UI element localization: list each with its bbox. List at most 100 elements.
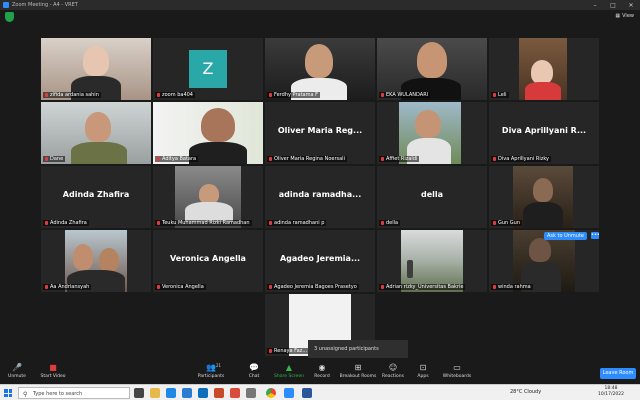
participant-display-name: adinda ramadha... xyxy=(278,190,362,199)
reactions-button[interactable]: ☺ Reactions xyxy=(380,363,406,383)
more-options-icon[interactable]: ••• xyxy=(591,232,599,239)
app-icon[interactable] xyxy=(230,388,240,398)
mail-icon[interactable] xyxy=(166,388,176,398)
unassigned-participants-notice[interactable]: 3 unassigned participants xyxy=(308,340,408,358)
edge-icon[interactable] xyxy=(198,388,208,398)
title-bar: Zoom Meeting - A4 - VRET – □ ✕ xyxy=(0,0,640,10)
unmute-label: Unmute xyxy=(8,374,26,379)
participants-label: Participants xyxy=(197,374,225,379)
participant-name: Aditya Batara xyxy=(155,156,199,162)
muted-mic-icon xyxy=(493,221,496,225)
app-icon[interactable] xyxy=(246,388,256,398)
participant-tile[interactable]: Aa Andriansyah xyxy=(41,230,151,292)
whiteboards-button[interactable]: ▭ Whiteboards xyxy=(440,363,474,383)
participant-display-name: Diva Aprillyani R... xyxy=(501,126,587,135)
windows-start-icon[interactable] xyxy=(4,389,12,397)
muted-mic-icon xyxy=(493,285,496,289)
muted-mic-icon xyxy=(269,285,272,289)
word-icon[interactable] xyxy=(302,388,312,398)
participant-tile[interactable]: Dane xyxy=(41,102,151,164)
record-button[interactable]: ◉ Record xyxy=(312,363,332,383)
mic-muted-icon: 🎤 xyxy=(12,363,22,372)
participant-name: zoom ba404 xyxy=(155,92,195,98)
participant-tile[interactable]: Veronica Angella Veronica Angella xyxy=(153,230,263,292)
whiteboard-icon: ▭ xyxy=(453,363,461,372)
ask-to-unmute-button[interactable]: Ask to Unmute xyxy=(543,232,587,240)
weather-widget[interactable]: 28°C Cloudy xyxy=(510,389,541,395)
reactions-icon: ☺ xyxy=(388,363,398,372)
view-button[interactable]: ▦ View xyxy=(615,13,634,19)
participant-name: della xyxy=(379,220,401,226)
participant-tile-active-speaker[interactable]: Aditya Batara xyxy=(153,102,263,164)
view-label: View xyxy=(622,13,634,19)
system-clock[interactable]: 18:48 10/17/2022 xyxy=(598,386,624,398)
participant-tile[interactable]: Agadeo Jeremia... Agadeo Jeremia Bagoes … xyxy=(265,230,375,292)
participants-icon: 👥 xyxy=(206,363,216,372)
unmute-button[interactable]: 🎤 Unmute xyxy=(6,363,28,383)
breakout-rooms-icon: ⊞ xyxy=(354,363,362,372)
participant-name: Teuku Muhammad Rizki Ramadhan xyxy=(155,220,252,226)
muted-mic-icon xyxy=(157,93,160,97)
muted-mic-icon xyxy=(269,93,272,97)
participant-tile[interactable]: Diva Aprillyani R... Diva Aprillyani Riz… xyxy=(489,102,599,164)
muted-mic-icon xyxy=(45,157,48,161)
participant-name: Ferdhy Pratama F xyxy=(267,92,321,98)
minimize-button[interactable]: – xyxy=(586,2,604,9)
muted-mic-icon xyxy=(269,221,272,225)
participant-name: Oliver Maria Regina Noersali xyxy=(267,156,347,162)
zoom-window: Zoom Meeting - A4 - VRET – □ ✕ ▦ View zi… xyxy=(0,0,640,400)
meeting-toolbar: 🎤 Unmute ■ Start Video 👥 21 Participants… xyxy=(0,362,640,384)
muted-mic-icon xyxy=(45,285,48,289)
taskbar-search-input[interactable]: ⚲ Type here to search xyxy=(18,387,130,399)
close-button[interactable]: ✕ xyxy=(622,2,640,9)
apps-button[interactable]: ⊡ Apps xyxy=(414,363,432,383)
security-shield-icon[interactable] xyxy=(5,12,14,22)
clock-date: 10/17/2022 xyxy=(598,392,624,397)
zoom-taskbar-icon[interactable] xyxy=(284,388,294,398)
file-explorer-icon[interactable] xyxy=(150,388,160,398)
zoom-app-icon xyxy=(3,2,9,8)
participant-tile[interactable]: Affiet Rizaldi xyxy=(377,102,487,164)
participant-name: Adrian rizky_Universitas Bakrie xyxy=(379,284,466,290)
app-icon[interactable] xyxy=(214,388,224,398)
task-view-icon[interactable] xyxy=(134,388,144,398)
participants-button[interactable]: 👥 21 Participants xyxy=(196,363,226,383)
participant-tile[interactable]: della della xyxy=(377,166,487,228)
participant-tile[interactable]: Gun Gun xyxy=(489,166,599,228)
participant-tile[interactable]: adinda ramadha... adinda ramadhani p xyxy=(265,166,375,228)
share-screen-icon: ▲ xyxy=(285,363,293,372)
participant-tile[interactable]: zifida ardania sahin xyxy=(41,38,151,100)
record-icon: ◉ xyxy=(318,363,326,372)
participant-tile[interactable]: Ask to Unmute ••• winda rahma xyxy=(489,230,599,292)
participant-tile[interactable]: Ferdhy Pratama F xyxy=(265,38,375,100)
participant-tile[interactable]: Teuku Muhammad Rizki Ramadhan xyxy=(153,166,263,228)
breakout-rooms-button[interactable]: ⊞ Breakout Rooms xyxy=(338,363,378,383)
maximize-button[interactable]: □ xyxy=(604,2,622,9)
breakout-rooms-label: Breakout Rooms xyxy=(339,374,377,379)
participant-tile[interactable]: Adinda Zhafira Adinda Zhafira xyxy=(41,166,151,228)
participant-tile[interactable]: Z zoom ba404 xyxy=(153,38,263,100)
muted-mic-icon xyxy=(157,221,160,225)
participant-name: Affiet Rizaldi xyxy=(379,156,420,162)
video-off-icon: ■ xyxy=(49,363,57,372)
share-screen-label: Share Screen xyxy=(274,374,304,379)
window-title: Zoom Meeting - A4 - VRET xyxy=(12,2,78,8)
leave-room-button[interactable]: Leave Room xyxy=(600,368,636,379)
participant-name: EKA WULANDARI xyxy=(379,92,431,98)
muted-mic-icon xyxy=(493,93,496,97)
participant-display-name: Adinda Zhafira xyxy=(62,190,130,199)
muted-mic-icon xyxy=(269,349,272,353)
chat-button[interactable]: 💬 Chat xyxy=(244,363,264,383)
muted-mic-icon xyxy=(157,285,160,289)
participant-tile[interactable]: Adrian rizky_Universitas Bakrie xyxy=(377,230,487,292)
start-video-button[interactable]: ■ Start Video xyxy=(36,363,70,383)
gallery-grid: zifida ardania sahin Z zoom ba404 Ferdhy… xyxy=(0,26,640,362)
share-screen-button[interactable]: ▲ Share Screen xyxy=(272,363,306,383)
windows-taskbar: ⚲ Type here to search 28°C Cloudy 18:48 … xyxy=(0,384,640,400)
chrome-icon[interactable] xyxy=(266,388,276,398)
store-icon[interactable] xyxy=(182,388,192,398)
participant-tile[interactable]: EKA WULANDARI xyxy=(377,38,487,100)
participant-name: Veronica Angella xyxy=(155,284,206,290)
participant-tile[interactable]: Oliver Maria Reg... Oliver Maria Regina … xyxy=(265,102,375,164)
participant-tile[interactable]: Leli xyxy=(489,38,599,100)
